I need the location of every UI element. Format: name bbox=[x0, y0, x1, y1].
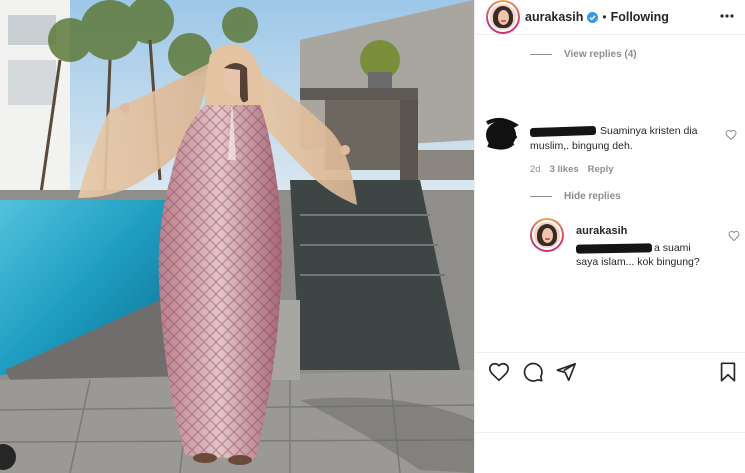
comment-icon[interactable] bbox=[522, 361, 544, 383]
reply-author-avatar[interactable] bbox=[530, 218, 564, 252]
separator-dot: • bbox=[602, 10, 607, 24]
author-avatar-image bbox=[488, 2, 518, 32]
comment-likes[interactable]: 3 likes bbox=[550, 164, 579, 175]
photo-scene bbox=[0, 0, 474, 473]
reply-author-avatar-image bbox=[532, 220, 562, 250]
bookmark-icon[interactable] bbox=[717, 361, 739, 383]
view-replies-label: View replies (4) bbox=[564, 49, 637, 60]
hide-replies-label: Hide replies bbox=[564, 191, 621, 202]
heart-icon[interactable] bbox=[488, 361, 510, 383]
reply-like-heart-icon[interactable] bbox=[728, 230, 740, 242]
post-photo bbox=[0, 0, 474, 473]
comment-meta: 2d 3 likes Reply bbox=[530, 164, 614, 175]
hide-replies-button[interactable]: Hide replies bbox=[530, 191, 621, 202]
share-icon[interactable] bbox=[555, 361, 577, 383]
more-options-icon[interactable] bbox=[719, 8, 735, 24]
comment-time: 2d bbox=[530, 164, 541, 175]
commenter-avatar[interactable] bbox=[486, 121, 516, 149]
view-replies-line bbox=[530, 54, 552, 55]
verified-badge-icon bbox=[587, 11, 599, 23]
reply-text-wrap: a suami saya islam... kok bingung? bbox=[575, 241, 706, 269]
following-button[interactable]: Following bbox=[611, 10, 669, 24]
comment-like-heart-icon[interactable] bbox=[725, 129, 737, 141]
redacted-username bbox=[529, 125, 597, 137]
hide-replies-line bbox=[530, 196, 552, 197]
bottom-divider bbox=[475, 432, 745, 433]
view-replies-button[interactable]: View replies (4) bbox=[530, 49, 637, 60]
post-actions-bar bbox=[475, 353, 745, 389]
author-avatar[interactable] bbox=[486, 0, 520, 34]
author-username[interactable]: aurakasih bbox=[525, 10, 583, 24]
redacted-mention bbox=[575, 243, 653, 254]
comments-list: View replies (4) Suaminya kristen dia mu… bbox=[475, 35, 745, 340]
comment-text-wrap: Suaminya kristen dia muslim,. bingung de… bbox=[529, 124, 710, 154]
comment-reply-button[interactable]: Reply bbox=[588, 164, 614, 175]
reply-username[interactable]: aurakasih bbox=[576, 225, 627, 237]
post-header: aurakasih • Following bbox=[475, 0, 745, 34]
post-side-panel: aurakasih • Following View replies (4) S… bbox=[474, 0, 745, 473]
